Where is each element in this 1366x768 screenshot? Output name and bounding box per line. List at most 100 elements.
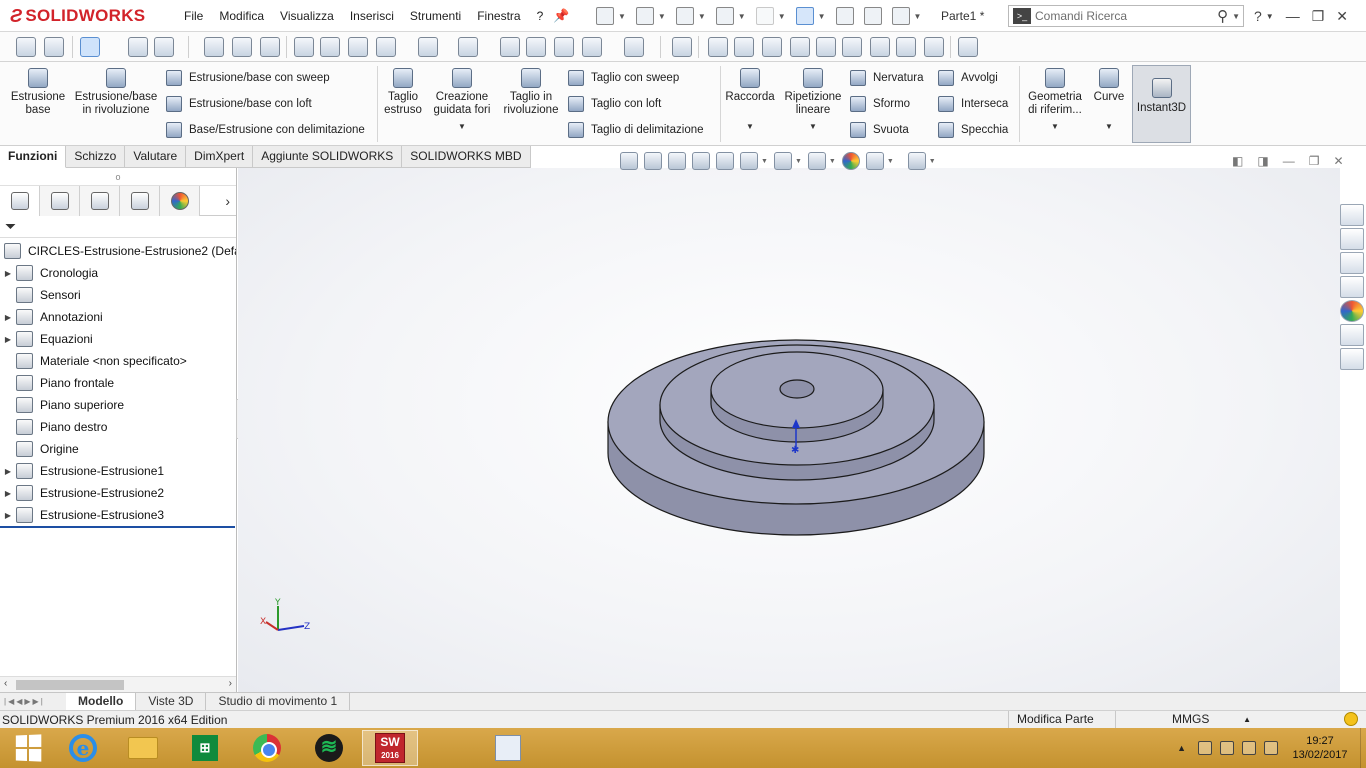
- tree-item-materiale[interactable]: Materiale <non specificato>: [0, 350, 236, 372]
- bottom-view-icon[interactable]: [842, 37, 862, 57]
- tree-item-estrusione3[interactable]: ▶ Estrusione-Estrusione3: [0, 504, 236, 526]
- extruded-boss-button[interactable]: Estrusione base: [8, 68, 68, 117]
- zoom-area-icon[interactable]: [644, 152, 662, 170]
- tab-viste-3d[interactable]: Viste 3D: [136, 692, 207, 711]
- chevron-down-icon[interactable]: ▼: [782, 120, 844, 133]
- list-view-icon[interactable]: [154, 37, 174, 57]
- help-button[interactable]: ?: [1254, 8, 1262, 25]
- sketch-tool-icon[interactable]: [260, 37, 280, 57]
- tab-display-manager[interactable]: [160, 186, 200, 216]
- file-properties-icon[interactable]: [863, 7, 882, 25]
- instant3d-button[interactable]: Instant3D: [1132, 65, 1191, 143]
- panel-grip[interactable]: o: [0, 168, 236, 186]
- extruded-cut-button[interactable]: Taglio estruso: [382, 68, 424, 117]
- print-icon[interactable]: [715, 7, 734, 25]
- solidworks-logo[interactable]: Ƨ SOLIDWORKS: [10, 3, 145, 29]
- graphics-area[interactable]: ✱ Y Z X: [238, 168, 1340, 692]
- show-desktop-button[interactable]: [1360, 728, 1366, 768]
- taskbar-preview-app[interactable]: [480, 730, 536, 766]
- dynamic-annotation-icon[interactable]: [716, 152, 734, 170]
- hide-show-items-icon[interactable]: [807, 152, 826, 170]
- tab-mbd[interactable]: SOLIDWORKS MBD: [402, 146, 531, 168]
- tree-filter[interactable]: ⏷: [0, 216, 236, 238]
- tab-feature-manager[interactable]: [0, 186, 40, 216]
- chevron-down-icon[interactable]: ▼: [778, 12, 786, 21]
- customize-brush-icon[interactable]: [958, 37, 978, 57]
- filter-funnel-icon[interactable]: ⏷: [5, 218, 16, 235]
- tree-item-origine[interactable]: Origine: [0, 438, 236, 460]
- mirror-button[interactable]: Specchia: [938, 121, 1008, 139]
- previous-view-icon[interactable]: [668, 152, 686, 170]
- tree-item-sensori[interactable]: Sensori: [0, 284, 236, 306]
- scroll-left-icon[interactable]: ‹: [4, 678, 7, 689]
- display-style-icon[interactable]: [418, 37, 438, 57]
- tree-item-annotazioni[interactable]: ▶ Annotazioni: [0, 306, 236, 328]
- previous-view-icon[interactable]: [294, 37, 314, 57]
- chevron-down-icon[interactable]: ▼: [738, 12, 746, 21]
- display-manager-icon[interactable]: [16, 37, 36, 57]
- select-cursor-icon[interactable]: [795, 7, 814, 25]
- linear-pattern-button[interactable]: Ripetizione lineare ▼: [782, 68, 844, 133]
- tree-root-part[interactable]: CIRCLES-Estrusione-Estrusione2 (Defau: [0, 240, 236, 262]
- tree-item-equazioni[interactable]: ▶ Equazioni: [0, 328, 236, 350]
- close-icon[interactable]: ✕: [1336, 8, 1348, 25]
- design-library-icon[interactable]: [1340, 228, 1364, 250]
- tab-modello[interactable]: Modello: [66, 692, 137, 711]
- chevron-down-icon[interactable]: ▼: [818, 12, 826, 21]
- hole-wizard-button[interactable]: Creazione guidata fori ▼: [428, 68, 496, 133]
- trimetric-view-icon[interactable]: [896, 37, 916, 57]
- scroll-thumb[interactable]: [16, 680, 124, 690]
- chevron-down-icon[interactable]: ▼: [1232, 12, 1240, 21]
- tab-aggiunte[interactable]: Aggiunte SOLIDWORKS: [253, 146, 403, 168]
- chevron-down-icon[interactable]: ▼: [829, 158, 836, 165]
- normal-to-icon[interactable]: [672, 37, 692, 57]
- chevron-down-icon[interactable]: ▼: [1090, 120, 1128, 133]
- split-view-right-icon[interactable]: ◨: [1257, 154, 1268, 168]
- tab-funzioni[interactable]: Funzioni: [0, 146, 67, 168]
- menu-inserisci[interactable]: Inserisci: [342, 9, 402, 23]
- undo-icon[interactable]: [755, 7, 774, 25]
- menu-finestra[interactable]: Finestra: [469, 9, 528, 23]
- chevron-down-icon[interactable]: ▼: [1024, 120, 1086, 133]
- view-palette-icon[interactable]: [1340, 276, 1364, 298]
- taskbar-file-explorer[interactable]: [115, 730, 171, 766]
- hide-show-items-icon[interactable]: [458, 37, 478, 57]
- restore-icon[interactable]: ❐: [1309, 154, 1320, 168]
- lofted-cut-button[interactable]: Taglio con loft: [568, 95, 661, 113]
- battery-icon[interactable]: [1220, 741, 1234, 755]
- chevron-down-icon[interactable]: ▼: [761, 158, 768, 165]
- tree-item-estrusione2[interactable]: ▶ Estrusione-Estrusione2: [0, 482, 236, 504]
- display-style-icon[interactable]: [773, 152, 792, 170]
- taskbar-store[interactable]: ⊞: [177, 730, 233, 766]
- forum-icon[interactable]: [1340, 348, 1364, 370]
- section-view-icon[interactable]: [320, 37, 340, 57]
- curves-button[interactable]: Curve ▼: [1090, 68, 1128, 133]
- tree-item-piano-frontale[interactable]: Piano frontale: [0, 372, 236, 394]
- file-explorer-icon[interactable]: [1340, 252, 1364, 274]
- tab-schizzo[interactable]: Schizzo: [66, 146, 126, 168]
- unit-system-selector[interactable]: MMGS ▲: [1115, 711, 1337, 729]
- right-view-icon[interactable]: [790, 37, 810, 57]
- isometric-view-icon[interactable]: [870, 37, 890, 57]
- chevron-down-icon[interactable]: ▼: [914, 12, 922, 21]
- expand-arrow-icon[interactable]: ▶: [0, 489, 16, 498]
- view-settings-icon[interactable]: [44, 37, 64, 57]
- chevron-down-icon[interactable]: ▼: [795, 158, 802, 165]
- apply-scene-icon[interactable]: [554, 37, 574, 57]
- tab-valutare[interactable]: Valutare: [125, 146, 187, 168]
- appearance-sphere-icon[interactable]: [128, 37, 148, 57]
- lofted-boss-button[interactable]: Estrusione/base con loft: [166, 95, 312, 113]
- taskbar-internet-explorer[interactable]: e: [55, 730, 111, 766]
- select-arrow-icon[interactable]: [80, 37, 100, 57]
- section-view-icon[interactable]: [692, 152, 710, 170]
- expand-arrow-icon[interactable]: ▶: [0, 467, 16, 476]
- solidworks-resources-home-icon[interactable]: [1340, 204, 1364, 226]
- reference-geometry-button[interactable]: Geometria di riferim... ▼: [1024, 68, 1086, 133]
- rib-button[interactable]: Nervatura: [850, 69, 924, 87]
- menu-strumenti[interactable]: Strumenti: [402, 9, 469, 23]
- start-button[interactable]: [0, 730, 56, 766]
- appearances-scenes-icon[interactable]: [1340, 300, 1364, 322]
- save-icon[interactable]: [675, 7, 694, 25]
- tab-dimxpert[interactable]: DimXpert: [186, 146, 254, 168]
- zoom-to-fit-icon[interactable]: [204, 37, 224, 57]
